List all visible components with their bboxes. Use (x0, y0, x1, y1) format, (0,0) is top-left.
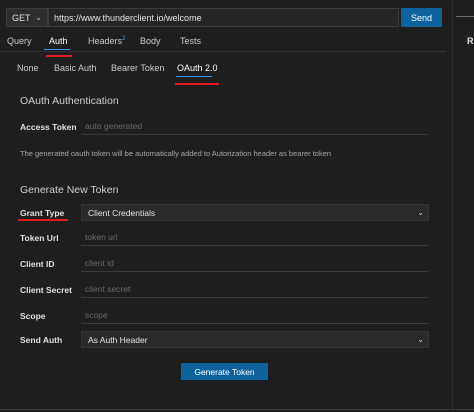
tab-headers-label: Headers (88, 36, 123, 46)
highlight-underline-oauth (175, 83, 219, 85)
tabs-divider (0, 51, 446, 52)
client-id-placeholder: client id (85, 257, 114, 268)
headers-count-badge: 2 (122, 36, 126, 42)
access-token-field[interactable]: auto generated (81, 117, 428, 135)
right-panel-tab[interactable]: R (467, 36, 474, 46)
scope-label: Scope (20, 311, 46, 321)
client-secret-field[interactable]: client secret (81, 280, 428, 298)
token-url-placeholder: token url (85, 231, 118, 242)
highlight-underline-auth (46, 55, 72, 57)
send-auth-value: As Auth Header (88, 334, 148, 345)
active-tab-indicator (44, 49, 70, 50)
send-button[interactable]: Send (401, 8, 442, 27)
client-id-label: Client ID (20, 259, 55, 269)
tab-auth[interactable]: Auth (49, 36, 68, 46)
tab-tests[interactable]: Tests (180, 36, 201, 46)
scope-field[interactable]: scope (81, 306, 428, 324)
send-auth-select[interactable]: As Auth Header ⌄ (81, 331, 429, 348)
scope-placeholder: scope (85, 309, 108, 320)
grant-type-label: Grant Type (20, 208, 65, 218)
right-panel-edge (456, 16, 474, 17)
client-id-field[interactable]: client id (81, 254, 428, 272)
auth-tab-basic[interactable]: Basic Auth (54, 63, 97, 73)
access-token-placeholder: auto generated (85, 120, 143, 131)
client-secret-placeholder: client secret (85, 283, 131, 294)
tab-body[interactable]: Body (140, 36, 161, 46)
auth-tab-oauth2[interactable]: OAuth 2.0 (177, 63, 218, 73)
url-value: https://www.thunderclient.io/welcome (54, 12, 202, 23)
generate-token-button[interactable]: Generate Token (181, 363, 268, 380)
grant-type-value: Client Credentials (88, 207, 156, 218)
method-value: GET (12, 12, 31, 23)
client-secret-label: Client Secret (20, 285, 72, 295)
active-auth-tab-indicator (176, 76, 212, 77)
grant-type-select[interactable]: Client Credentials ⌄ (81, 204, 429, 221)
url-input[interactable]: https://www.thunderclient.io/welcome (48, 8, 399, 27)
generate-section-title: Generate New Token (20, 184, 119, 196)
chevron-down-icon: ⌄ (417, 208, 424, 217)
oauth-note: The generated oauth token will be automa… (20, 149, 332, 158)
token-url-label: Token Url (20, 233, 59, 243)
chevron-down-icon: ⌄ (417, 335, 424, 344)
right-panel-divider (452, 0, 453, 412)
send-auth-label: Send Auth (20, 335, 63, 345)
auth-tab-bearer[interactable]: Bearer Token (111, 63, 164, 73)
oauth-section-title: OAuth Authentication (20, 95, 119, 107)
token-url-field[interactable]: token url (81, 228, 428, 246)
access-token-label: Access Token (20, 122, 77, 132)
chevron-down-icon: ⌄ (35, 13, 42, 22)
tab-headers[interactable]: Headers2 (88, 36, 125, 46)
method-select[interactable]: GET ⌄ (6, 8, 48, 27)
tab-query[interactable]: Query (7, 36, 32, 46)
highlight-underline-grant-type (18, 219, 68, 221)
bottom-divider (0, 409, 474, 410)
auth-tab-none[interactable]: None (17, 63, 39, 73)
